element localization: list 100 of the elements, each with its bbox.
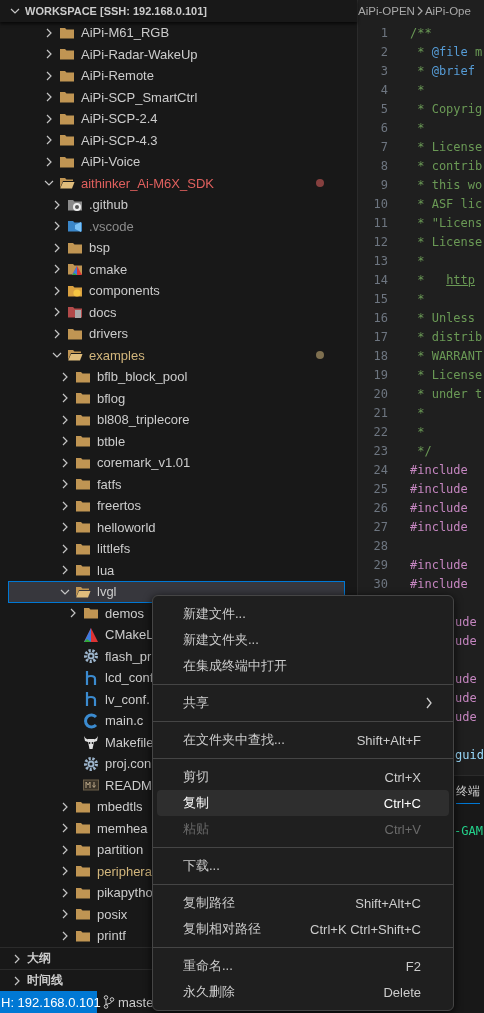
line-number: 15 (372, 291, 388, 306)
code-line: guid (455, 747, 484, 762)
item-label: AiPi-SCP-4.3 (81, 132, 158, 148)
code-line: * (416, 405, 425, 420)
line-number: 19 (372, 367, 388, 382)
line-number: 4 (379, 82, 388, 97)
shortcut-label: Ctrl+C (383, 795, 421, 811)
item-label: bflog (97, 390, 126, 406)
item-label: freertos (97, 498, 142, 514)
item-label: proj.con (105, 756, 152, 772)
line-number: 29 (372, 557, 388, 572)
item-label: examples (89, 347, 145, 363)
code-line: * License (416, 139, 483, 154)
line-number: 30 (372, 576, 388, 591)
line-number: 21 (372, 405, 388, 420)
item-label: printf (97, 928, 126, 944)
item-label: AiPi-Radar-WakeUp (81, 46, 198, 62)
item-label: fatfs (97, 476, 122, 492)
code-line: ude (455, 614, 477, 629)
item-label: coremark_v1.01 (97, 455, 191, 471)
item-label: drivers (89, 326, 128, 342)
code-line: * contrib (416, 158, 483, 173)
code-line: * (416, 82, 425, 97)
line-number: 26 (372, 500, 388, 515)
line-number: 6 (379, 120, 388, 135)
item-label: periphera (97, 863, 152, 879)
item-label: btble (97, 433, 126, 449)
item-label: helloworld (97, 519, 156, 535)
shortcut-label: Delete (383, 984, 421, 1000)
terminal-output: -GAM (454, 824, 483, 838)
code-line: #include (410, 500, 468, 515)
item-label: CMakeL (105, 627, 154, 643)
code-line: ude (455, 633, 477, 648)
code-line: * @brief (416, 63, 476, 78)
line-number: 10 (372, 196, 388, 211)
item-label: .vscode (89, 218, 134, 234)
line-number: 20 (372, 386, 388, 401)
code-line: #include (410, 519, 468, 534)
code-line: #include (410, 481, 468, 496)
shortcut-label: Ctrl+K Ctrl+Shift+C (310, 921, 421, 937)
line-number: 12 (372, 234, 388, 249)
item-label: cmake (89, 261, 128, 277)
item-label: littlefs (97, 541, 131, 557)
item-label: AiPi-SCP-2.4 (81, 111, 158, 127)
line-number: 25 (372, 481, 388, 496)
code-line: * (416, 253, 425, 268)
item-label: Makefile (105, 734, 154, 750)
item-label: .github (89, 197, 129, 213)
code-line: * Copyrig (416, 101, 483, 116)
code-line: ude (455, 709, 477, 724)
code-line: * License (416, 367, 483, 382)
item-label: bsp (89, 240, 110, 256)
item-label: memhea (97, 820, 148, 836)
item-label: aithinker_Ai-M6X_SDK (81, 175, 214, 191)
code-line: /** (410, 25, 432, 40)
code-line: * @file m (416, 44, 483, 59)
code-line: ude (455, 690, 477, 705)
item-label: demos (105, 605, 145, 621)
item-label: lcd_conf (105, 670, 154, 686)
shortcut-label: Shift+Alt+F (356, 732, 421, 748)
line-number: 2 (379, 44, 388, 59)
code-line: */ (416, 443, 432, 458)
code-line: * WARRANT (416, 348, 483, 363)
shortcut-label: Ctrl+X (384, 769, 421, 785)
item-label: bflb_block_pool (97, 369, 188, 385)
item-label: lvgl (97, 584, 117, 600)
item-label: AiPi-M61_RGB (81, 25, 170, 41)
item-label: AiPi-Remote (81, 68, 154, 84)
code-line: * under t (416, 386, 483, 401)
item-label: lua (97, 562, 115, 578)
line-number: 17 (372, 329, 388, 344)
line-number: 18 (372, 348, 388, 363)
code-line: * ASF lic (416, 196, 483, 211)
item-label: pikapytho (97, 885, 153, 901)
code-line: * "Licens (416, 215, 483, 230)
line-number: 9 (379, 177, 388, 192)
code-line: * Unless (416, 310, 476, 325)
line-number: 16 (372, 310, 388, 325)
item-label: bl808_triplecore (97, 412, 190, 428)
item-label: READM (105, 777, 152, 793)
code-line: #include (410, 462, 468, 477)
code-line: * (416, 120, 425, 135)
code-line: * License (416, 234, 483, 249)
item-label: AiPi-SCP_SmartCtrl (81, 89, 198, 105)
code-line: * (416, 291, 425, 306)
item-label: components (89, 283, 160, 299)
line-number: 5 (379, 101, 388, 116)
shortcut-label: Shift+Alt+C (355, 895, 421, 911)
item-label: main.c (105, 713, 144, 729)
code-line: * (416, 424, 425, 439)
line-number: 24 (372, 462, 388, 477)
item-label: lv_conf. (105, 691, 150, 707)
item-label: mbedtls (97, 799, 143, 815)
line-number: 1 (379, 25, 388, 40)
line-number: 13 (372, 253, 388, 268)
code-line: * this wo (416, 177, 483, 192)
code-line: #include (410, 576, 468, 591)
line-number: 3 (379, 63, 388, 78)
line-number: 8 (379, 158, 388, 173)
item-label: docs (89, 304, 117, 320)
